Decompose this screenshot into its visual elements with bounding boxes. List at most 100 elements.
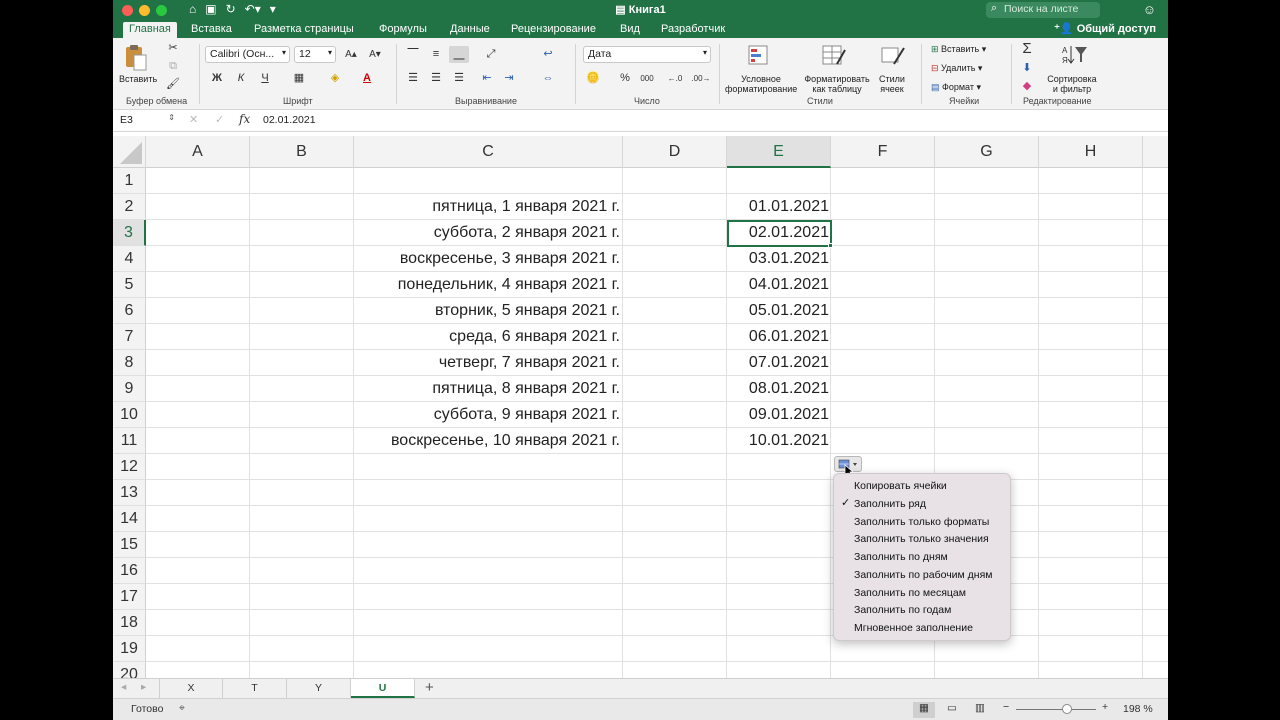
format-as-table-icon[interactable] — [821, 44, 847, 70]
sheet-tab-u[interactable]: U — [351, 679, 415, 698]
column-header-f[interactable]: F — [831, 136, 935, 168]
align-bottom-icon[interactable]: ⎽ — [449, 46, 469, 63]
row-header-1[interactable]: 1 — [113, 168, 146, 194]
sheet-tab-y[interactable]: Y — [287, 679, 351, 698]
font-color-icon[interactable]: A — [357, 70, 377, 87]
normal-view-icon[interactable]: ▦ — [913, 702, 935, 718]
copy-icon[interactable]: ⧉ — [163, 58, 183, 75]
cell-c5[interactable]: понедельник, 4 января 2021 г. — [398, 276, 620, 294]
insert-function-button[interactable]: fx — [239, 112, 250, 126]
fill-handle[interactable] — [828, 243, 833, 248]
column-header-a[interactable]: A — [146, 136, 250, 168]
orientation-icon[interactable]: ⤢ — [481, 46, 501, 63]
row-header-15[interactable]: 15 — [113, 532, 146, 558]
row-header-16[interactable]: 16 — [113, 558, 146, 584]
underline-button[interactable]: Ч — [255, 70, 275, 87]
sort-filter-button[interactable]: Сортировка и фильтр — [1043, 74, 1101, 94]
row-header-17[interactable]: 17 — [113, 584, 146, 610]
conditional-formatting-button[interactable]: Условное форматирование — [725, 74, 797, 94]
confirm-entry-icon[interactable]: ✓ — [215, 113, 224, 126]
fill-icon[interactable]: ⬇ — [1017, 60, 1037, 77]
increase-indent-icon[interactable]: ⇥ — [499, 70, 519, 87]
percent-button[interactable]: % — [615, 70, 635, 87]
zoom-slider[interactable] — [1016, 704, 1096, 714]
decrease-indent-icon[interactable]: ⇤ — [477, 70, 497, 87]
tab-insert[interactable]: Вставка — [191, 22, 232, 38]
increase-decimal-icon[interactable]: ←.0 — [665, 70, 685, 87]
row-header-12[interactable]: 12 — [113, 454, 146, 480]
tab-home[interactable]: Главная — [123, 22, 177, 38]
row-header-5[interactable]: 5 — [113, 272, 146, 298]
menu-item-fill-months[interactable]: Заполнить по месяцам — [854, 585, 966, 602]
cell-c7[interactable]: среда, 6 января 2021 г. — [449, 328, 620, 346]
cut-icon[interactable]: ✂ — [163, 40, 183, 57]
cell-c9[interactable]: пятница, 8 января 2021 г. — [432, 380, 620, 398]
cell-e4[interactable]: 03.01.2021 — [749, 250, 829, 268]
column-header-c[interactable]: C — [354, 136, 623, 168]
wrap-text-icon[interactable]: ↩ — [538, 46, 558, 63]
increase-font-size-icon[interactable]: A▴ — [341, 46, 361, 63]
number-format-select[interactable]: Дата ▾ — [583, 46, 711, 63]
row-header-13[interactable]: 13 — [113, 480, 146, 506]
font-name-select[interactable]: Calibri (Осн... ▾ — [205, 46, 290, 63]
row-header-20[interactable]: 20 — [113, 662, 146, 678]
feedback-smiley-icon[interactable]: ☺ — [1143, 2, 1156, 17]
sort-filter-icon[interactable]: АЯ — [1061, 44, 1087, 70]
cell-c2[interactable]: пятница, 1 января 2021 г. — [432, 198, 620, 216]
cell-c11[interactable]: воскресенье, 10 января 2021 г. — [391, 432, 620, 450]
page-layout-view-icon[interactable]: ▭ — [947, 702, 957, 714]
cell-e8[interactable]: 07.01.2021 — [749, 354, 829, 372]
column-header-d[interactable]: D — [623, 136, 727, 168]
align-left-icon[interactable]: ☰ — [403, 70, 423, 87]
column-header-b[interactable]: B — [250, 136, 354, 168]
zoom-out-icon[interactable]: − — [1003, 701, 1009, 713]
cancel-entry-icon[interactable]: ✕ — [189, 113, 198, 126]
spreadsheet-grid[interactable]: A B C D E F G H 1 2 3 4 5 6 7 8 9 10 11 12 13 14 15 16 1… — [113, 132, 1168, 678]
align-middle-icon[interactable]: ≡ — [426, 46, 446, 63]
format-as-table-button[interactable]: Форматировать как таблицу — [801, 74, 873, 94]
cell-c3[interactable]: суббота, 2 января 2021 г. — [434, 224, 620, 242]
borders-icon[interactable]: ▦ — [289, 70, 309, 87]
row-header-11[interactable]: 11 — [113, 428, 146, 454]
row-header-6[interactable]: 6 — [113, 298, 146, 324]
column-header-e[interactable]: E — [727, 136, 831, 168]
formula-content[interactable]: 02.01.2021 — [263, 114, 316, 126]
zoom-in-icon[interactable]: + — [1102, 701, 1108, 713]
tab-page-layout[interactable]: Разметка страницы — [254, 22, 354, 38]
sheet-tab-x[interactable]: X — [159, 679, 223, 698]
menu-item-fill-formats-only[interactable]: Заполнить только форматы — [854, 514, 989, 531]
align-center-icon[interactable]: ☰ — [426, 70, 446, 87]
row-header-4[interactable]: 4 — [113, 246, 146, 272]
menu-item-fill-years[interactable]: Заполнить по годам — [854, 602, 951, 619]
tab-view[interactable]: Вид — [620, 22, 640, 38]
row-header-9[interactable]: 9 — [113, 376, 146, 402]
row-header-7[interactable]: 7 — [113, 324, 146, 350]
cell-c8[interactable]: четверг, 7 января 2021 г. — [439, 354, 620, 372]
delete-cells-button[interactable]: ⊟ Удалить ▾ — [931, 63, 982, 73]
paste-icon[interactable] — [123, 43, 149, 71]
name-box[interactable]: E3 ⇕ — [115, 113, 179, 129]
tab-data[interactable]: Данные — [450, 22, 490, 38]
column-header-h[interactable]: H — [1039, 136, 1143, 168]
menu-item-flash-fill[interactable]: Мгновенное заполнение — [854, 620, 973, 637]
insert-cells-button[interactable]: ⊞ Вставить ▾ — [931, 44, 986, 54]
font-size-select[interactable]: 12 ▾ — [294, 46, 336, 63]
italic-button[interactable]: К — [231, 70, 251, 87]
zoom-slider-thumb[interactable] — [1062, 704, 1073, 714]
share-button[interactable]: ⁺👤 Общий доступ — [1054, 22, 1156, 35]
cell-e5[interactable]: 04.01.2021 — [749, 276, 829, 294]
row-header-10[interactable]: 10 — [113, 402, 146, 428]
align-right-icon[interactable]: ☰ — [449, 70, 469, 87]
conditional-formatting-icon[interactable] — [747, 44, 773, 70]
tab-review[interactable]: Рецензирование — [511, 22, 596, 38]
cell-e6[interactable]: 05.01.2021 — [749, 302, 829, 320]
select-all-corner[interactable] — [113, 136, 146, 168]
format-painter-icon[interactable]: 🖌 — [163, 76, 183, 93]
format-cells-button[interactable]: ▤ Формат ▾ — [931, 82, 981, 92]
merge-center-icon[interactable]: ⇔ — [538, 70, 558, 87]
column-header-g[interactable]: G — [935, 136, 1039, 168]
row-header-3[interactable]: 3 — [113, 220, 146, 246]
cell-c6[interactable]: вторник, 5 января 2021 г. — [435, 302, 620, 320]
menu-item-copy-cells[interactable]: Копировать ячейки — [854, 478, 947, 495]
cell-styles-icon[interactable] — [880, 44, 906, 70]
